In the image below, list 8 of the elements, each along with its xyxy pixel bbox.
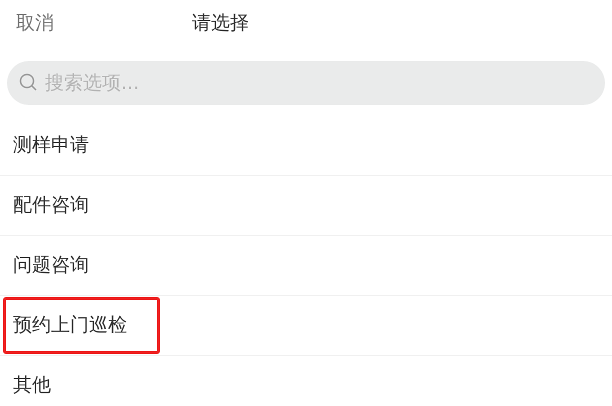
option-item[interactable]: 预约上门巡检 [3,297,160,354]
option-item[interactable]: 其他 [3,357,160,406]
dialog-title: 请选择 [192,10,249,36]
cancel-button[interactable]: 取消 [16,8,54,38]
search-icon [19,73,39,93]
option-item[interactable]: 配件咨询 [3,177,160,234]
option-item[interactable]: 问题咨询 [3,237,160,294]
option-item[interactable]: 测样申请 [3,117,160,174]
